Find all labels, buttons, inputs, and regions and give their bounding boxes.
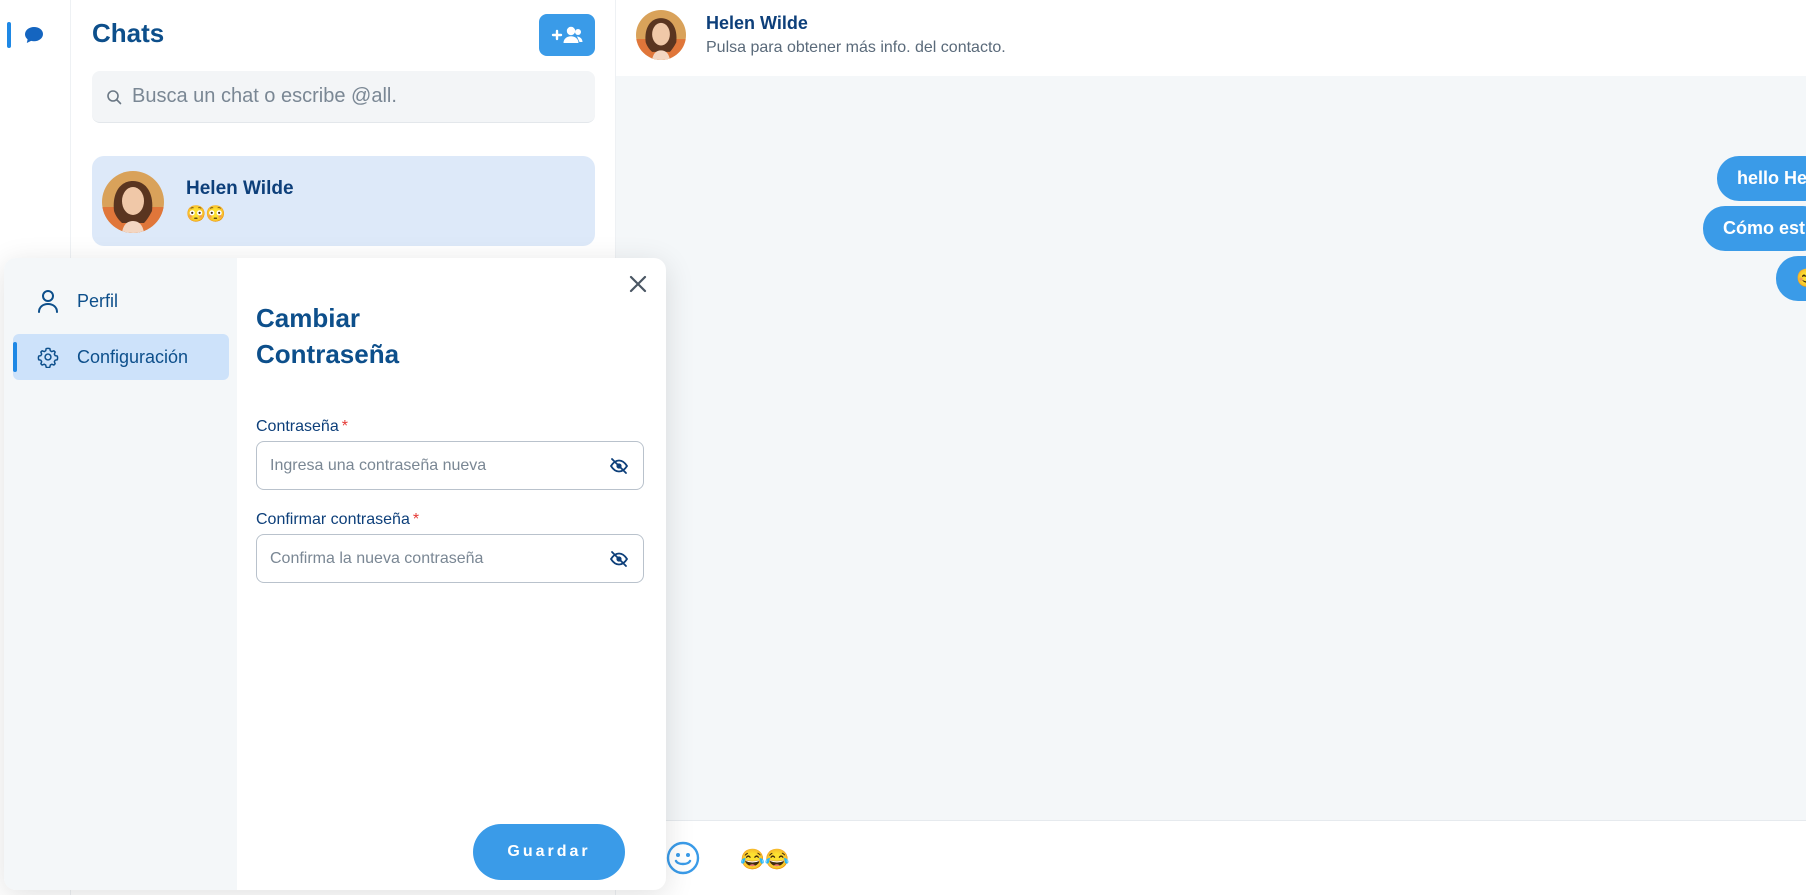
add-contact-button[interactable] bbox=[539, 14, 595, 56]
active-indicator bbox=[13, 342, 17, 372]
chat-search[interactable]: Busca un chat o escribe @all. bbox=[92, 71, 595, 123]
password-field[interactable]: Ingresa una contraseña nueva bbox=[256, 441, 644, 490]
conversation-panel: Helen Wilde Pulsa para obtener más info.… bbox=[616, 0, 1806, 895]
app: Chats Busca un chat o escribe @all. Hele… bbox=[0, 0, 1806, 895]
avatar bbox=[102, 171, 164, 233]
password-placeholder: Ingresa una contraseña nueva bbox=[270, 456, 487, 474]
settings-nav: Perfil Configuración bbox=[4, 258, 237, 890]
confirm-password-field[interactable]: Confirma la nueva contraseña bbox=[256, 534, 644, 583]
chat-list-item[interactable]: Helen Wilde 😳😳 bbox=[92, 156, 595, 246]
settings-nav-configuration[interactable]: Configuración bbox=[13, 334, 229, 380]
search-placeholder: Busca un chat o escribe @all. bbox=[132, 85, 397, 107]
message-input[interactable]: 😂😂 bbox=[740, 847, 790, 872]
gear-icon bbox=[37, 347, 59, 368]
chat-last-message: 😳😳 bbox=[186, 206, 226, 223]
message-composer: 😂😂 bbox=[616, 820, 1806, 895]
settings-nav-profile[interactable]: Perfil bbox=[13, 278, 229, 324]
message-bubble: Cómo est bbox=[1703, 206, 1806, 251]
settings-modal: Perfil Configuración Cambiar Contraseña … bbox=[4, 258, 666, 890]
confirm-password-placeholder: Confirma la nueva contraseña bbox=[270, 549, 484, 567]
eye-off-icon[interactable] bbox=[609, 456, 629, 476]
save-button[interactable]: Guardar bbox=[473, 824, 625, 880]
search-icon bbox=[107, 89, 122, 104]
chat-contact-name: Helen Wilde bbox=[186, 178, 294, 199]
contact-name: Helen Wilde bbox=[706, 13, 808, 33]
contact-avatar bbox=[636, 10, 686, 60]
chat-bubble-icon[interactable] bbox=[24, 26, 44, 44]
modal-title: Cambiar Contraseña bbox=[256, 303, 400, 369]
message-bubble: hello He bbox=[1717, 156, 1806, 201]
add-user-icon bbox=[551, 26, 583, 43]
settings-nav-label: Configuración bbox=[77, 346, 189, 367]
close-icon[interactable] bbox=[626, 272, 650, 296]
contact-subtitle: Pulsa para obtener más info. del contact… bbox=[706, 39, 1006, 56]
conversation-header[interactable]: Helen Wilde Pulsa para obtener más info.… bbox=[616, 0, 1806, 76]
user-icon bbox=[38, 290, 58, 313]
rail-active-indicator bbox=[7, 22, 11, 48]
chats-title: Chats bbox=[92, 18, 165, 48]
message-bubble: 😊 bbox=[1776, 256, 1806, 301]
confirm-password-label: Confirmar contraseña * bbox=[256, 511, 420, 528]
eye-off-icon[interactable] bbox=[609, 549, 629, 569]
settings-nav-label: Perfil bbox=[77, 290, 119, 311]
emoji-icon[interactable] bbox=[666, 841, 700, 875]
password-label: Contraseña * bbox=[256, 418, 348, 435]
